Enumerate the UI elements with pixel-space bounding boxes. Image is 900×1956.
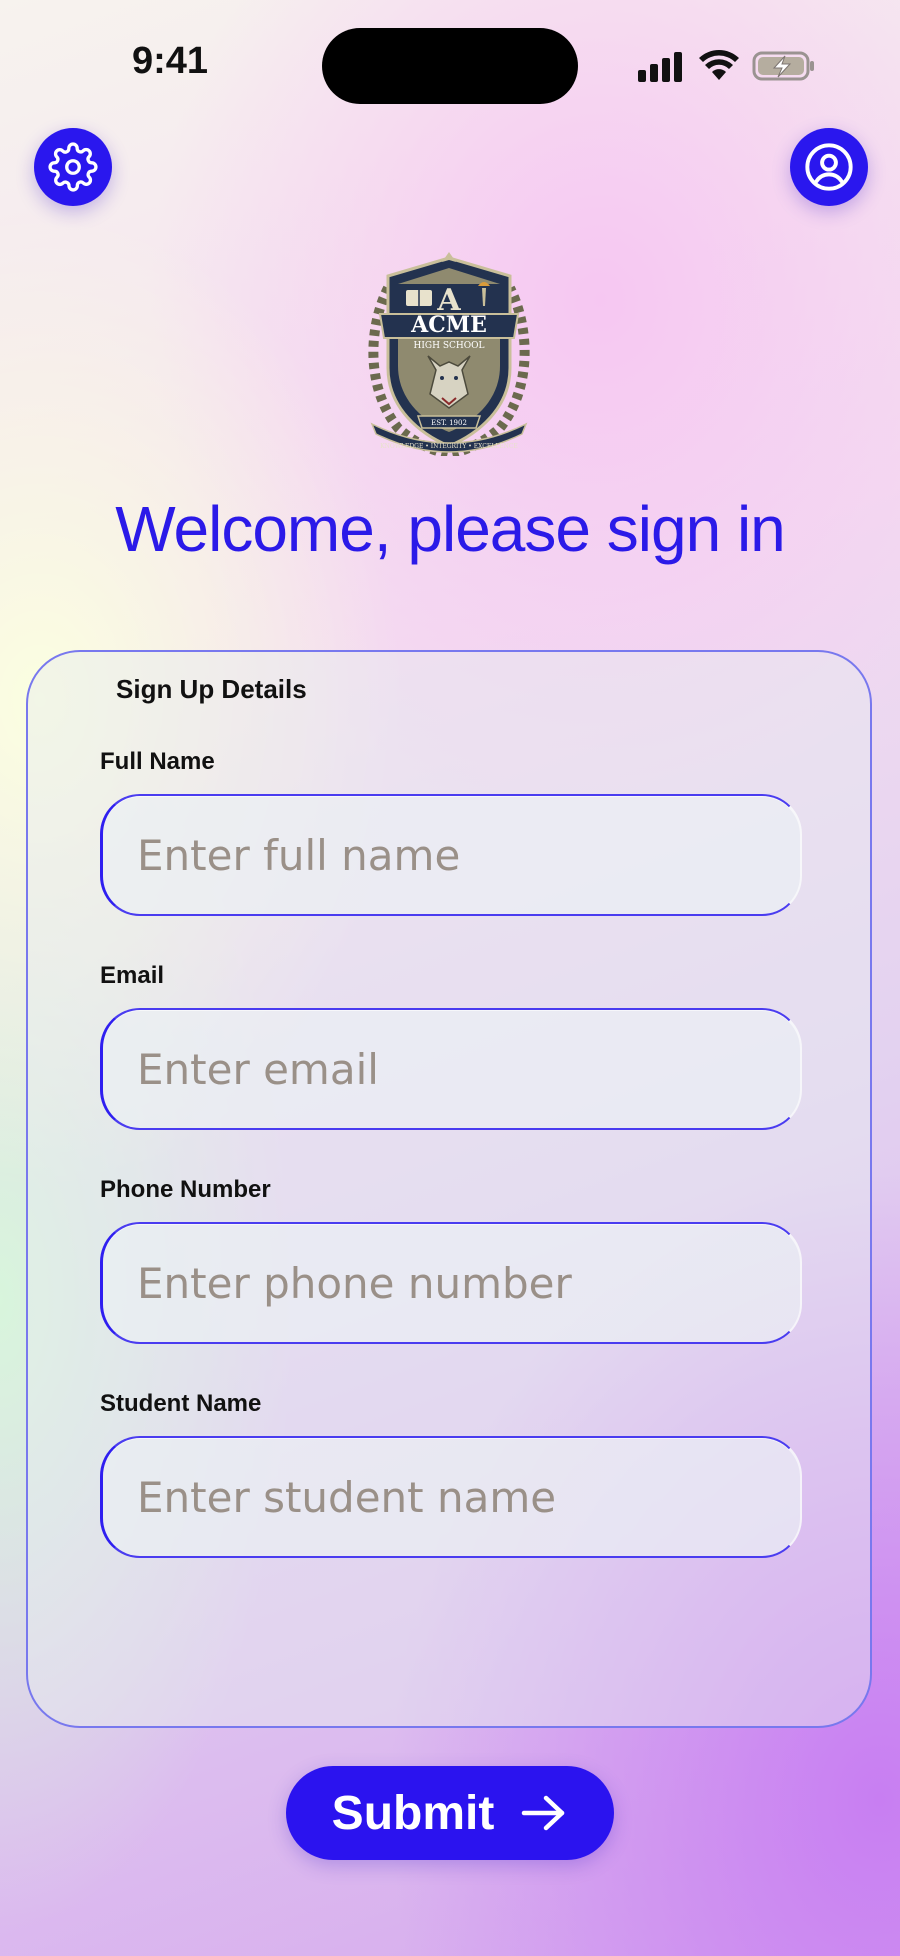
crest-subtitle: HIGH SCHOOL <box>414 341 485 351</box>
status-time: 9:41 <box>132 40 209 82</box>
phone-number-field[interactable] <box>100 1222 802 1344</box>
settings-button[interactable] <box>34 128 112 206</box>
profile-button[interactable] <box>790 128 868 206</box>
crest-established: EST. 1902 <box>431 419 467 427</box>
email-field[interactable] <box>100 1008 802 1130</box>
dynamic-island <box>322 28 578 104</box>
full-name-label: Full Name <box>100 748 215 775</box>
page-title: Welcome, please sign in <box>115 493 786 565</box>
full-name-input[interactable] <box>103 796 800 914</box>
cellular-signal-icon <box>638 50 684 82</box>
email-input[interactable] <box>103 1010 800 1128</box>
user-circle-icon <box>805 143 853 191</box>
submit-button[interactable]: Submit <box>286 1766 614 1860</box>
phone-number-input[interactable] <box>103 1224 800 1342</box>
student-name-label: Student Name <box>100 1390 262 1417</box>
crest-name: ACME <box>410 312 487 338</box>
battery-charging-icon <box>752 51 814 81</box>
wifi-icon <box>699 50 739 80</box>
gear-icon <box>48 142 98 192</box>
phone-number-label: Phone Number <box>100 1176 271 1203</box>
submit-label: Submit <box>331 1786 495 1840</box>
student-name-field[interactable] <box>100 1436 802 1558</box>
school-crest-logo: A ACME HIGH SCHOOL EST. 1902 KNOWLEDGE •… <box>368 252 530 456</box>
sign-up-form-card: Sign Up Details Full Name Email Phone Nu… <box>26 650 872 1728</box>
arrow-right-icon <box>522 1795 565 1831</box>
full-name-field[interactable] <box>100 794 802 916</box>
status-bar: 9:41 <box>0 0 900 130</box>
student-name-input[interactable] <box>103 1438 800 1556</box>
crest-motto: KNOWLEDGE • INTEGRITY • EXCELLENCE <box>380 443 518 450</box>
email-label: Email <box>100 962 165 989</box>
form-title: Sign Up Details <box>116 674 307 704</box>
